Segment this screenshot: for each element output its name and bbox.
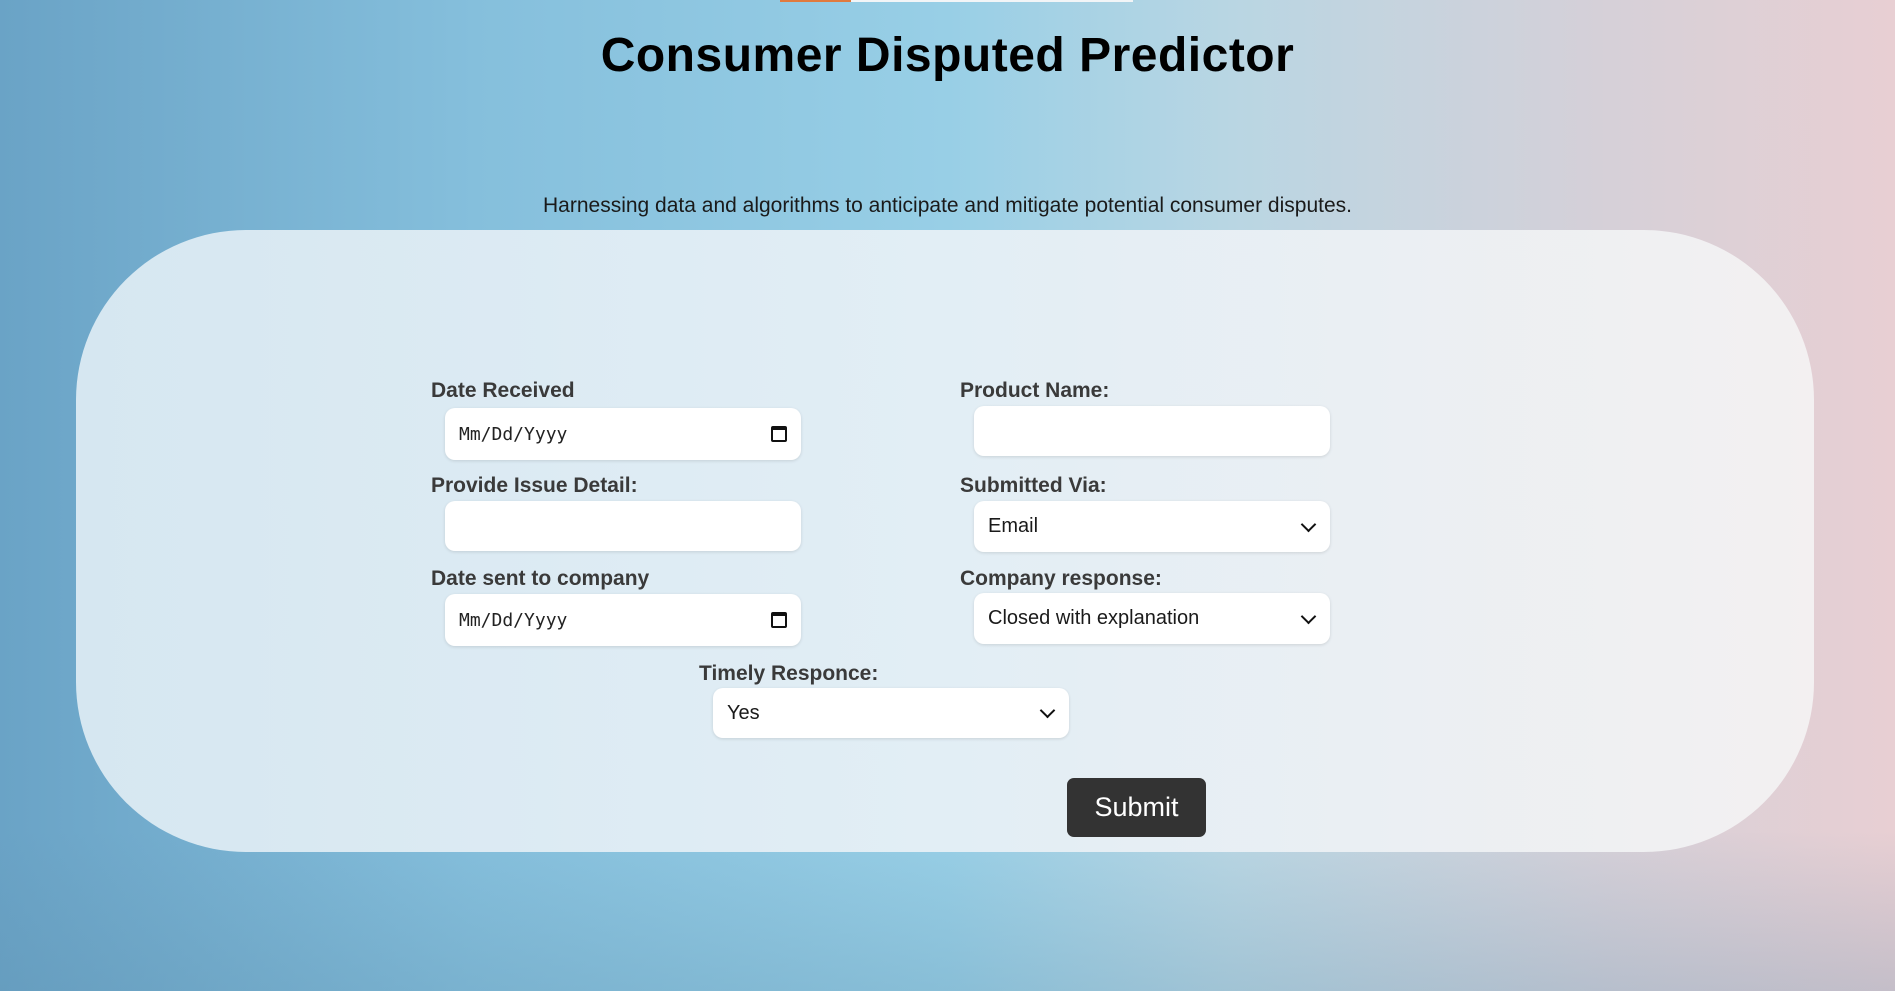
- calendar-icon[interactable]: [771, 426, 787, 442]
- product-name-field: Product Name:: [960, 379, 1109, 403]
- date-sent-label: Date sent to company: [431, 567, 650, 590]
- submitted-via-field: Submitted Via:: [960, 474, 1107, 498]
- product-name-label: Product Name:: [960, 379, 1110, 402]
- page-subtitle: Harnessing data and algorithms to antici…: [543, 194, 1352, 217]
- calendar-icon[interactable]: [771, 612, 787, 628]
- chevron-down-icon: [1039, 702, 1056, 719]
- issue-detail-field: Provide Issue Detail:: [431, 474, 638, 498]
- date-sent-input[interactable]: Mm/Dd/Yyyy: [445, 594, 801, 646]
- issue-detail-label: Provide Issue Detail:: [431, 474, 638, 497]
- date-sent-placeholder: Mm/Dd/Yyyy: [459, 609, 568, 631]
- timely-response-label: Timely Responce:: [699, 662, 879, 685]
- date-received-placeholder: Mm/Dd/Yyyy: [459, 423, 568, 445]
- submitted-via-value: Email: [988, 515, 1039, 537]
- submitted-via-label: Submitted Via:: [960, 474, 1107, 497]
- timely-response-select[interactable]: Yes: [713, 688, 1069, 738]
- company-response-field: Company response:: [960, 567, 1162, 591]
- product-name-input[interactable]: [974, 406, 1330, 456]
- date-received-field: Date Received: [431, 379, 575, 403]
- company-response-select[interactable]: Closed with explanation: [974, 593, 1330, 644]
- background-shade: [0, 831, 1895, 991]
- timely-response-field: Timely Responce:: [699, 662, 878, 686]
- company-response-value: Closed with explanation: [988, 607, 1200, 629]
- timely-response-value: Yes: [727, 701, 760, 724]
- issue-detail-input[interactable]: [445, 501, 801, 551]
- page-title: Consumer Disputed Predictor: [600, 29, 1295, 82]
- company-response-label: Company response:: [960, 567, 1162, 590]
- date-received-input[interactable]: Mm/Dd/Yyyy: [445, 408, 801, 460]
- form-card: [76, 230, 1814, 852]
- submit-button[interactable]: Submit: [1067, 778, 1206, 837]
- date-sent-field: Date sent to company: [431, 567, 649, 591]
- chevron-down-icon: [1300, 516, 1317, 532]
- submitted-via-select[interactable]: Email: [974, 501, 1330, 552]
- date-received-label: Date Received: [431, 379, 575, 402]
- loading-bar: [780, 0, 1133, 2]
- chevron-down-icon: [1300, 608, 1317, 624]
- loading-bar-progress: [780, 0, 851, 2]
